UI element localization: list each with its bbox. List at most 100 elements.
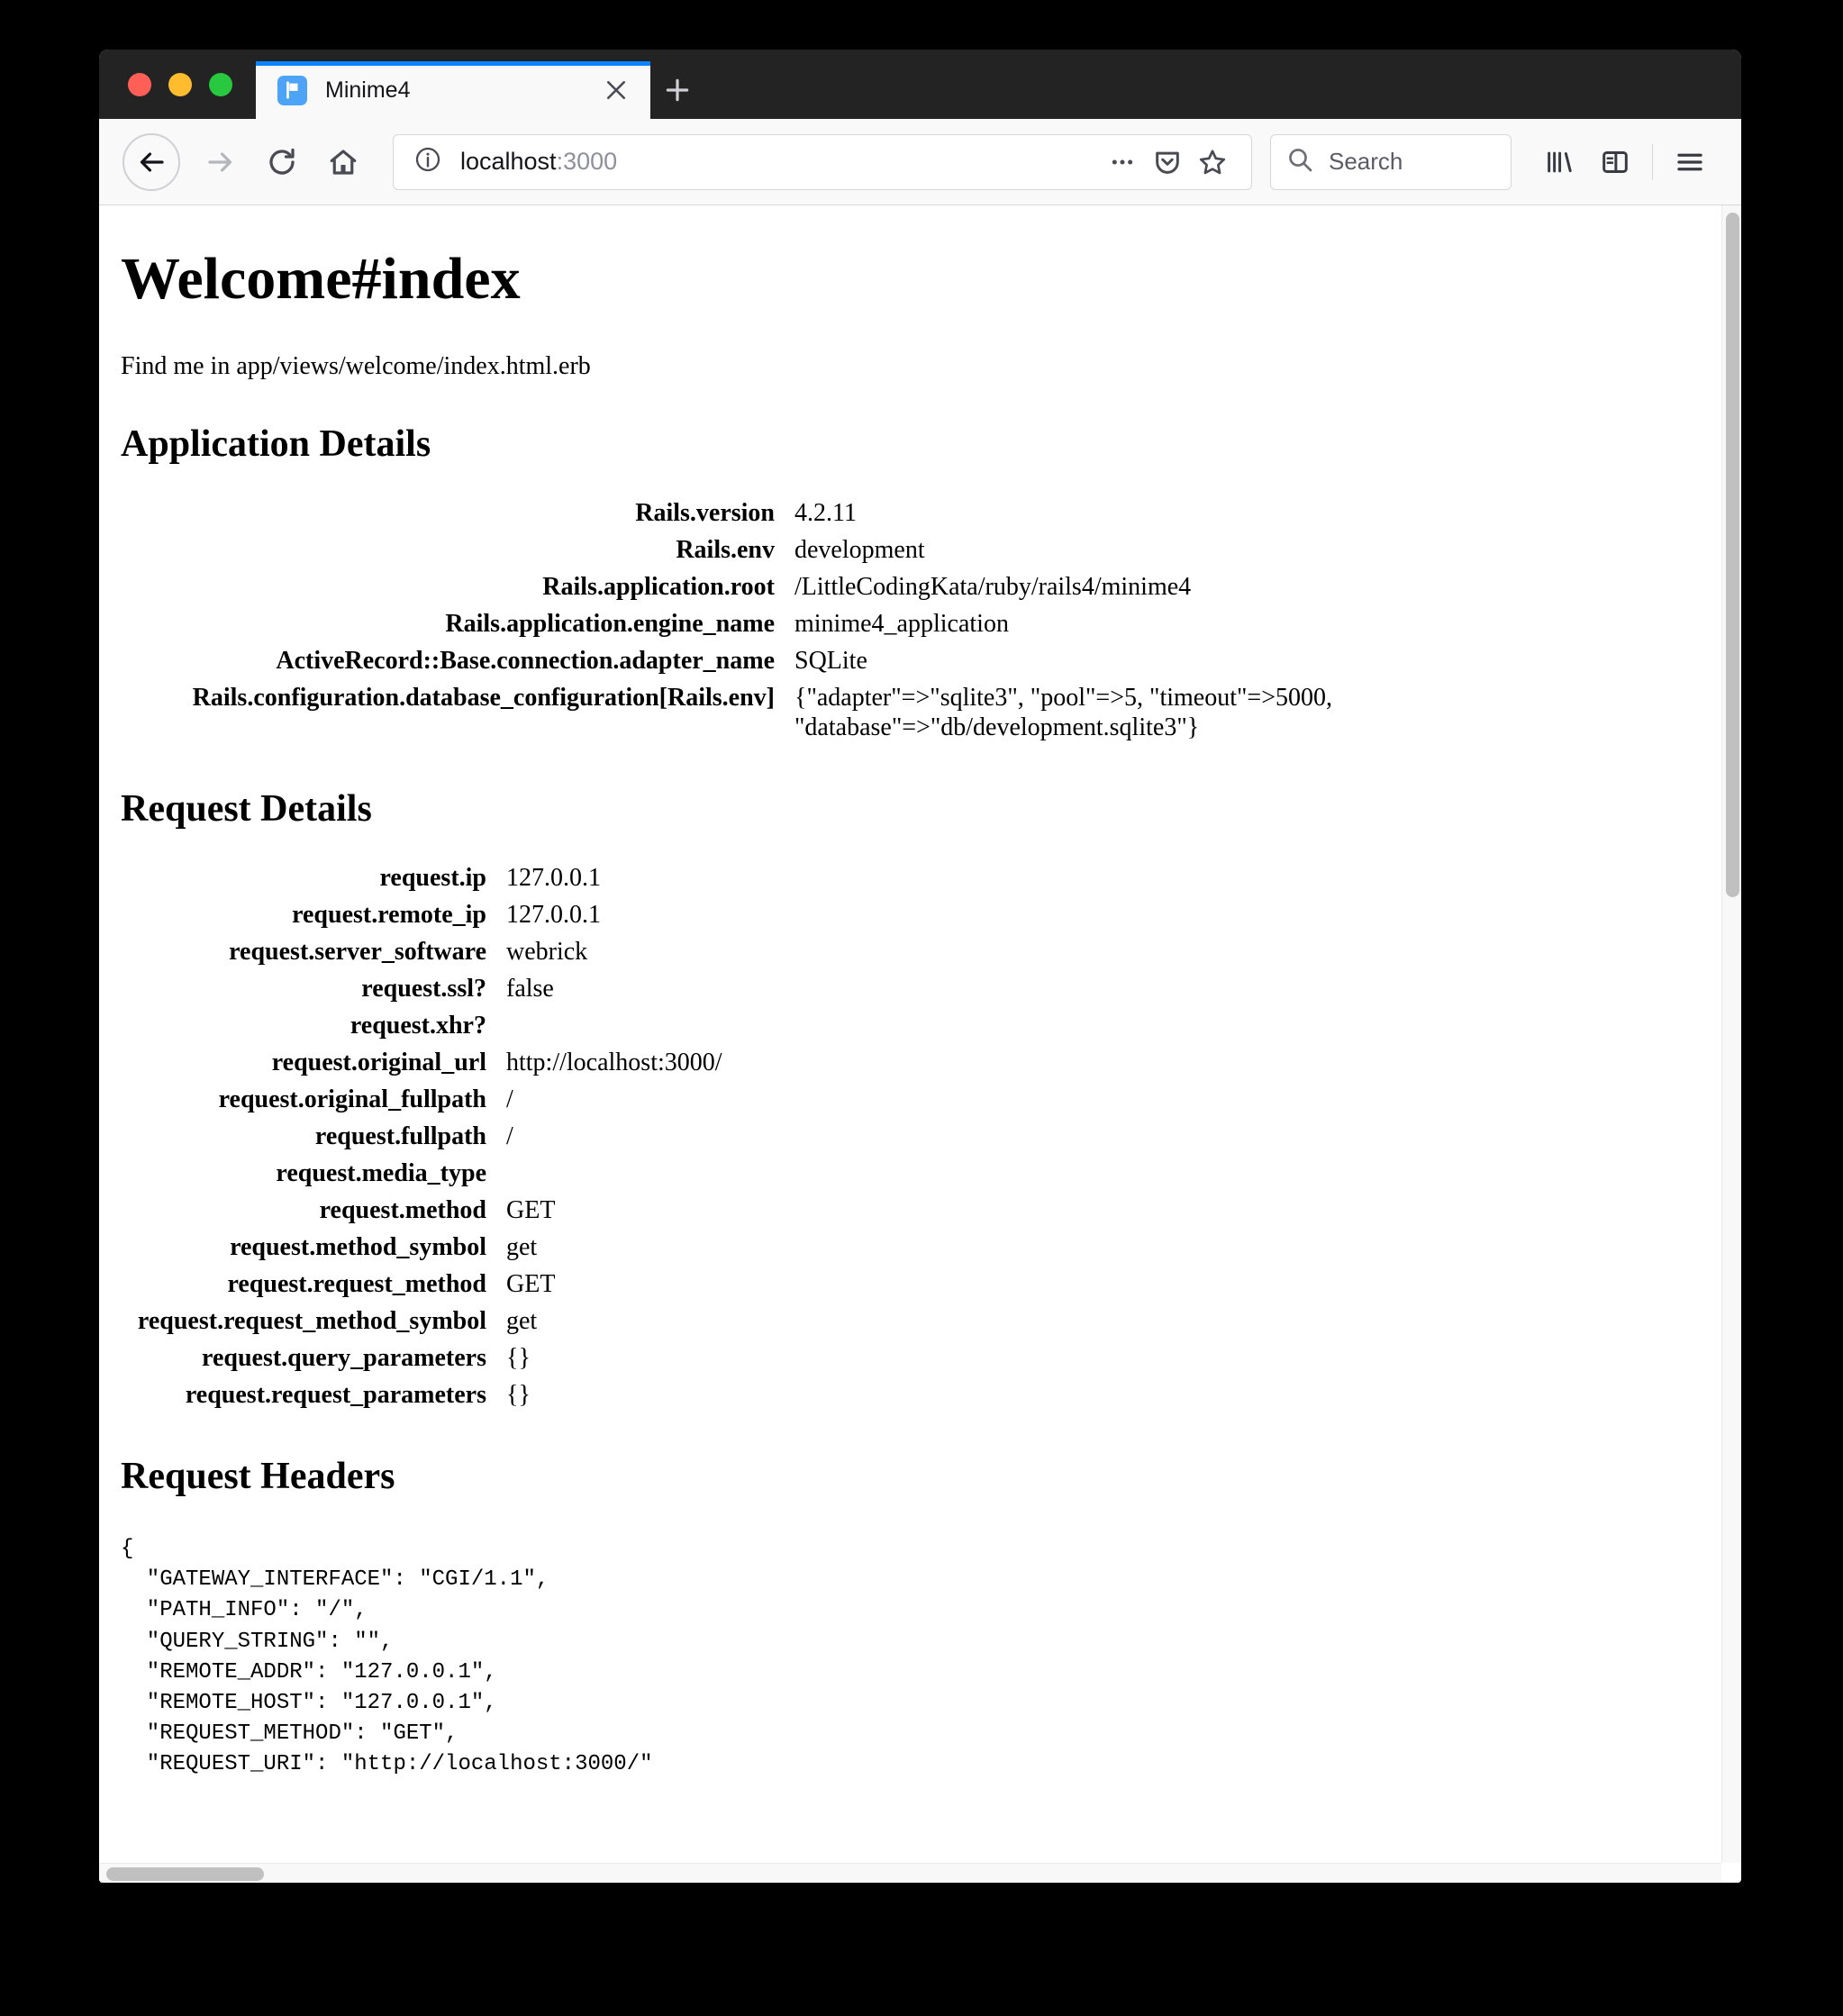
toolbar-right-group [1531,134,1718,190]
row-key: request.original_url [271,1048,486,1076]
table-row: request.media_type [119,1155,722,1192]
row-value: {} [506,1344,531,1373]
vertical-scrollbar-thumb[interactable] [1726,213,1739,897]
table-row: request.fullpath / [119,1118,722,1155]
application-details-heading: Application Details [121,422,431,465]
pocket-icon[interactable] [1145,140,1190,185]
row-value [497,1155,722,1192]
row-value: SQLite [794,646,867,675]
row-value: 4.2.11 [794,498,857,527]
row-value: / [506,1122,513,1151]
row-key: request.ssl? [361,974,486,1003]
info-icon[interactable] [413,145,442,178]
table-row: request.ssl? false [119,970,722,1007]
search-placeholder: Search [1329,148,1403,175]
horizontal-scrollbar-thumb[interactable] [106,1867,264,1881]
row-key: request.fullpath [314,1122,486,1151]
table-row: request.xhr? [119,1007,722,1044]
window-controls [99,50,256,119]
table-row: request.original_fullpath / [119,1081,722,1118]
toolbar-divider [1652,143,1653,180]
row-value: minime4_application [794,609,1009,638]
row-value: {"adapter"=>"sqlite3", "pool"=>5, "timeo… [794,683,1332,741]
row-value: {} [506,1381,531,1410]
library-icon[interactable] [1531,134,1587,190]
row-key: request.original_fullpath [218,1085,486,1113]
sidebar-icon[interactable] [1587,134,1643,190]
table-row: request.request_method_symbol get [119,1303,722,1339]
row-value: GET [506,1270,556,1299]
menu-hamburger-icon[interactable] [1662,134,1718,190]
row-key: request.method_symbol [230,1233,486,1262]
row-value: 127.0.0.1 [506,863,601,892]
bookmark-star-icon[interactable] [1190,140,1235,185]
table-row: Rails.application.engine_name minime4_app… [119,605,1416,642]
table-row: request.remote_ip 127.0.0.1 [119,896,722,933]
zoom-window-button[interactable] [209,72,232,96]
row-value: webrick [506,937,588,966]
page-title: Welcome#index [121,246,521,312]
table-row: Rails.env development [119,531,1416,568]
request-details-table: request.ip 127.0.0.1 request.remote_ip 127.… [119,859,722,1413]
home-button[interactable] [315,134,371,190]
url-bar[interactable]: localhost:3000 [393,133,1252,190]
table-row: request.method GET [119,1192,722,1229]
page-lede: Find me in app/views/welcome/index.html.… [121,351,591,380]
page-actions-icon[interactable] [1100,140,1145,185]
request-headers-body: { "GATEWAY_INTERFACE": "CGI/1.1", "PATH_… [121,1537,653,1776]
row-key: ActiveRecord::Base.connection.adapter_na… [276,646,775,675]
table-row: request.request_parameters {} [119,1376,722,1413]
row-key: Rails.application.engine_name [445,609,775,638]
row-value: false [506,974,554,1003]
new-tab-button[interactable] [650,61,704,119]
back-button[interactable] [123,132,180,191]
flag-icon [277,75,307,105]
row-value: GET [506,1196,556,1225]
forward-button[interactable] [193,134,249,190]
row-key: request.media_type [276,1159,486,1188]
table-row: request.ip 127.0.0.1 [119,859,722,896]
application-details-rows: Rails.version 4.2.11 Rails.env development R… [119,495,1416,746]
table-row: Rails.version 4.2.11 [119,495,1416,531]
reload-button[interactable] [254,134,310,190]
row-value: http://localhost:3000/ [506,1048,722,1076]
browser-tab-minime4[interactable]: Minime4 [256,61,650,119]
tab-title: Minime4 [325,77,411,103]
request-headers-heading: Request Headers [121,1456,395,1498]
table-row: request.method_symbol get [119,1229,722,1266]
table-row: ActiveRecord::Base.connection.adapter_na… [119,642,1416,679]
horizontal-scrollbar[interactable] [99,1863,1721,1883]
row-value: /LittleCodingKata/ruby/rails4/minime4 [794,572,1192,601]
row-key: request.request_parameters [185,1381,486,1410]
table-row: request.server_software webrick [119,933,722,970]
row-value: / [506,1085,513,1113]
vertical-scrollbar[interactable] [1721,205,1741,1863]
search-icon [1285,145,1314,178]
table-row: Rails.configuration.database_configurati… [119,679,1416,746]
url-port: :3000 [556,148,618,175]
request-details-rows: request.ip 127.0.0.1 request.remote_ip 127.… [119,859,722,1413]
row-key: request.method [319,1196,486,1225]
url-host: localhost [460,148,557,175]
close-tab-icon[interactable] [595,68,638,112]
content-viewport: Welcome#index Find me in app/views/welco… [99,205,1741,1883]
close-window-button[interactable] [128,72,151,96]
row-key: request.ip [379,863,487,892]
row-key: Rails.application.root [542,572,775,601]
row-key: request.remote_ip [292,900,486,929]
search-input[interactable]: Search [1270,133,1512,190]
application-details-table: Rails.version 4.2.11 Rails.env development R… [119,495,1416,746]
row-key: request.query_parameters [202,1344,486,1373]
row-key: request.server_software [229,937,486,966]
row-key: request.request_method_symbol [137,1307,486,1336]
minimize-window-button[interactable] [168,72,192,96]
row-value: 127.0.0.1 [506,900,601,929]
row-key: request.xhr? [350,1011,486,1040]
row-value [497,1007,722,1044]
browser-window: Minime4 localhost:3000 Search Welcome#in… [99,50,1741,1883]
tab-strip: Minime4 [99,50,1741,119]
table-row: request.query_parameters {} [119,1339,722,1376]
row-key: Rails.env [676,535,775,564]
url-text[interactable]: localhost:3000 [460,148,1100,176]
table-row: Rails.application.root/LittleCodingKata/… [119,568,1416,605]
